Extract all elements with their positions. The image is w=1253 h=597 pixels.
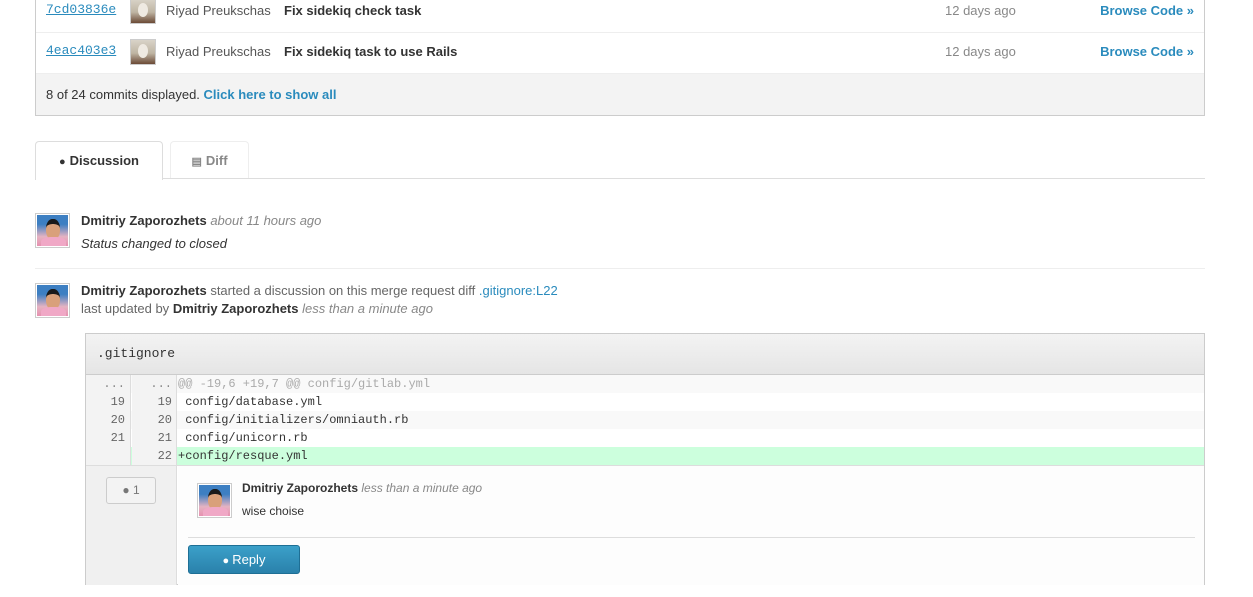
updated-by[interactable]: Dmitriy Zaporozhets	[173, 301, 299, 316]
commits-count-text: 8 of 24 commits displayed. Click here to…	[46, 87, 336, 102]
new-line-number[interactable]: 21	[132, 429, 177, 447]
old-line-number[interactable]: 20	[86, 411, 131, 429]
note-author[interactable]: Dmitriy Zaporozhets	[81, 213, 207, 228]
note-header: Dmitriy Zaporozhets about 11 hours ago	[81, 213, 321, 228]
reply-button[interactable]: ● Reply	[188, 545, 300, 574]
note-author[interactable]: Dmitriy Zaporozhets	[242, 481, 358, 495]
tab-diff-label: Diff	[205, 153, 228, 168]
note-action: started a discussion on this merge reque…	[210, 283, 476, 298]
new-line-number[interactable]: 22	[132, 447, 177, 465]
diff-file: .gitignore ... ... @@ -19,6 +19,7 @@ con…	[85, 333, 1205, 585]
author-avatar	[130, 0, 156, 24]
note-body: Status changed to closed	[81, 236, 227, 251]
commit-row: 7cd03836e Riyad Preukschas Fix sidekiq c…	[36, 0, 1204, 33]
tab-discussion[interactable]: ● Discussion	[35, 141, 163, 180]
commit-title: Fix sidekiq check task	[284, 3, 422, 18]
note-author[interactable]: Dmitriy Zaporozhets	[81, 283, 207, 298]
commit-sha-link[interactable]: 4eac403e3	[46, 43, 116, 58]
commit-author: Riyad Preukschas	[166, 44, 271, 59]
note-time: less than a minute ago	[361, 481, 483, 495]
avatar	[35, 213, 70, 248]
diff-code: @@ -19,6 +19,7 @@ config/gitlab.yml	[178, 377, 431, 391]
comment-icon: ●	[222, 555, 230, 567]
merge-request-tabs: ● Discussion ▤ Diff	[35, 141, 1205, 180]
author-avatar	[130, 39, 156, 65]
browse-code-link[interactable]: Browse Code »	[1100, 3, 1194, 18]
commit-title: Fix sidekiq task to use Rails	[284, 44, 458, 59]
note-header: Dmitriy Zaporozhets started a discussion…	[81, 283, 558, 298]
old-line-number[interactable]	[86, 447, 131, 465]
diff-line: 19 19 config/database.yml	[86, 393, 1204, 411]
diff-line: 21 21 config/unicorn.rb	[86, 429, 1204, 447]
tab-diff[interactable]: ▤ Diff	[170, 141, 249, 178]
discussion-count: 1	[132, 483, 140, 497]
comment-icon: ●	[58, 156, 66, 168]
diff-file-link[interactable]: .gitignore:L22	[479, 283, 558, 298]
commit-sha-link[interactable]: 7cd03836e	[46, 2, 116, 17]
new-line-number[interactable]: ...	[132, 375, 177, 393]
diff-code: +config/resque.yml	[178, 449, 308, 463]
tab-discussion-label: Discussion	[69, 153, 139, 168]
discussion-gutter: ● 1	[86, 466, 177, 585]
discussion-body: Dmitriy Zaporozhets less than a minute a…	[178, 466, 1204, 585]
commits-count-label: 8 of 24 commits displayed.	[46, 87, 200, 102]
note-header: Dmitriy Zaporozhets less than a minute a…	[242, 481, 482, 495]
note-status-change: Dmitriy Zaporozhets about 11 hours ago S…	[35, 213, 1205, 253]
diff-code: config/initializers/omniauth.rb	[178, 413, 409, 427]
commits-footer: 8 of 24 commits displayed. Click here to…	[36, 74, 1204, 115]
show-all-commits-link[interactable]: Click here to show all	[204, 87, 337, 102]
note-updated: last updated by Dmitriy Zaporozhets less…	[81, 301, 433, 316]
new-line-number[interactable]: 19	[132, 393, 177, 411]
note-divider	[35, 268, 1205, 269]
list-icon: ▤	[191, 156, 202, 168]
diff-file-header: .gitignore	[86, 334, 1204, 375]
diff-table: ... ... @@ -19,6 +19,7 @@ config/gitlab.…	[86, 375, 1204, 465]
commit-author: Riyad Preukschas	[166, 3, 271, 18]
avatar-image	[37, 285, 68, 316]
discussion-count-button[interactable]: ● 1	[106, 477, 156, 504]
diff-code: config/database.yml	[178, 395, 323, 409]
new-line-number[interactable]: 20	[132, 411, 177, 429]
commit-time: 12 days ago	[945, 3, 1016, 18]
old-line-number[interactable]: ...	[86, 375, 131, 393]
avatar-image	[199, 485, 230, 516]
diff-line-added: 22 +config/resque.yml	[86, 447, 1204, 465]
diff-line: 20 20 config/initializers/omniauth.rb	[86, 411, 1204, 429]
diff-line: ... ... @@ -19,6 +19,7 @@ config/gitlab.…	[86, 375, 1204, 393]
browse-code-link[interactable]: Browse Code »	[1100, 44, 1194, 59]
comment-icon: ●	[122, 483, 130, 497]
note-discussion-start: Dmitriy Zaporozhets started a discussion…	[35, 283, 1205, 323]
diff-code: config/unicorn.rb	[178, 431, 308, 445]
note-time: about 11 hours ago	[210, 213, 322, 228]
updated-time: less than a minute ago	[302, 301, 433, 316]
note-body: wise choise	[242, 504, 305, 518]
old-line-number[interactable]: 19	[86, 393, 131, 411]
old-line-number[interactable]: 21	[86, 429, 131, 447]
avatar	[35, 283, 70, 318]
avatar	[197, 483, 232, 518]
avatar-image	[37, 215, 68, 246]
updated-prefix: last updated by	[81, 301, 170, 316]
commit-row: 4eac403e3 Riyad Preukschas Fix sidekiq t…	[36, 33, 1204, 74]
line-discussion: ● 1 Dmitriy Zaporozhets less than a minu…	[86, 465, 1204, 585]
commits-list: 7cd03836e Riyad Preukschas Fix sidekiq c…	[35, 0, 1205, 116]
discussion-divider	[188, 537, 1195, 538]
commit-time: 12 days ago	[945, 44, 1016, 59]
reply-label: Reply	[232, 552, 266, 567]
